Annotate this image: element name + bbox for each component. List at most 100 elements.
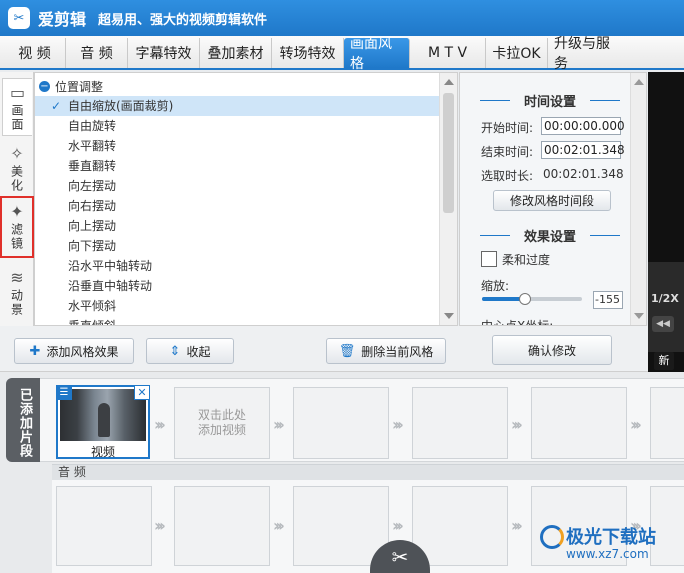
transition-chevron-icon[interactable]: ›››	[273, 415, 285, 434]
category-screen[interactable]: ▭ 画面	[2, 78, 32, 136]
new-button[interactable]: 新	[654, 352, 674, 370]
playback-speed-label[interactable]: 1/2X	[648, 292, 684, 310]
audio-chevron-icon: ›››	[154, 516, 166, 535]
clip-label: 视频	[90, 445, 115, 459]
scroll-down-arrow-icon[interactable]	[634, 313, 644, 319]
video-clip[interactable]: 视频 ☰ ✕	[56, 385, 150, 459]
transition-chevron-icon[interactable]: ›››	[392, 415, 404, 434]
watermark-logo-icon	[540, 525, 564, 549]
empty-video-slot[interactable]: 双击此处 添加视频	[174, 387, 270, 459]
magic-wand-icon: ✧	[10, 144, 24, 163]
smooth-transition-checkbox[interactable]	[481, 251, 497, 267]
zoom-value-input[interactable]: -155	[593, 291, 623, 309]
zoom-label: 缩放:	[481, 279, 510, 293]
audio-chevron-icon: ›››	[392, 516, 404, 535]
effect-item-label: 自由缩放(画面裁剪)	[68, 99, 174, 113]
center-x-label: 中心点X坐标:	[481, 319, 554, 326]
tab-karaoke[interactable]: 卡拉OK	[486, 38, 548, 68]
added-clips-tab[interactable]: 已添加片段	[6, 378, 40, 462]
effect-group-header[interactable]: − 位置调整	[39, 78, 103, 95]
category-filter[interactable]: ✦ 滤镜	[0, 196, 34, 258]
tab-upgrade-service[interactable]: 升级与服务	[548, 36, 626, 72]
settings-scrollbar[interactable]	[630, 73, 646, 325]
check-icon: ✓	[51, 99, 62, 113]
smooth-transition-label: 柔和过度	[502, 253, 551, 267]
effect-item[interactable]: 向下摆动	[35, 236, 439, 256]
category-beautify[interactable]: ✧ 美化	[2, 142, 32, 194]
tab-transition-effects[interactable]: 转场特效	[272, 38, 344, 68]
watermark-text: 极光下载站	[566, 527, 656, 548]
empty-video-slot[interactable]	[531, 387, 627, 459]
collapse-minus-icon[interactable]: −	[39, 81, 50, 92]
effect-item[interactable]: 沿垂直中轴转动	[35, 276, 439, 296]
transition-chevron-icon[interactable]: ›››	[511, 415, 523, 434]
tab-mtv[interactable]: M T V	[410, 38, 486, 68]
effect-item[interactable]: 向右摆动	[35, 196, 439, 216]
category-screen-label: 画面	[10, 104, 24, 132]
empty-slot-hint: 双击此处 添加视频	[197, 408, 246, 437]
add-style-effect-button[interactable]: ✚ 添加风格效果	[14, 338, 134, 364]
clip-thumbnail-figure	[98, 403, 110, 437]
effect-item-free-zoom[interactable]: ✓ 自由缩放(画面裁剪)	[35, 96, 439, 116]
collapse-button[interactable]: ⇕ 收起	[146, 338, 234, 364]
effect-item[interactable]: 向左摆动	[35, 176, 439, 196]
app-logo-icon: ✂	[8, 7, 30, 29]
audio-slot[interactable]	[56, 486, 152, 566]
add-effect-icon: ✚	[29, 343, 41, 359]
watermark-url: www.xz7.com	[566, 547, 649, 561]
audio-slot[interactable]	[412, 486, 508, 566]
effect-item[interactable]: 向上摆动	[35, 216, 439, 236]
tab-audio[interactable]: 音 频	[66, 38, 128, 68]
app-slogan: 超易用、强大的视频剪辑软件	[98, 12, 268, 28]
clip-menu-icon[interactable]: ☰	[56, 385, 72, 400]
empty-video-slot[interactable]	[412, 387, 508, 459]
tab-subtitle-effects[interactable]: 字幕特效	[128, 38, 200, 68]
effect-item[interactable]: 水平倾斜	[35, 296, 439, 316]
video-track: 视频 ☰ ✕ ››› 双击此处 添加视频 ››› ››› ››› ›››	[40, 378, 684, 462]
style-category-sidebar: ▭ 画面 ✧ 美化 ✦ 滤镜 ≋ 动景	[0, 72, 34, 326]
collapse-icon: ⇕	[169, 343, 181, 359]
effect-item[interactable]: 垂直翻转	[35, 156, 439, 176]
zoom-slider-knob[interactable]	[519, 293, 531, 305]
effect-item[interactable]: 水平翻转	[35, 136, 439, 156]
screen-icon: ▭	[9, 83, 26, 102]
audio-slot[interactable]	[174, 486, 270, 566]
transition-chevron-icon[interactable]: ›››	[154, 415, 166, 434]
style-settings-panel: 时间设置 开始时间: 00:00:00.000 结束时间: 00:02:01.3…	[459, 72, 647, 326]
scroll-up-arrow-icon[interactable]	[444, 79, 454, 85]
effect-list-panel: − 位置调整 ✓ 自由缩放(画面裁剪) 自由旋转 水平翻转 垂直翻转 向左摆动 …	[34, 72, 458, 326]
effect-item[interactable]: 沿水平中轴转动	[35, 256, 439, 276]
scrollbar-thumb[interactable]	[443, 93, 454, 213]
time-settings-title: 时间设置	[480, 91, 620, 110]
filter-wand-icon: ✦	[10, 202, 24, 221]
tab-video[interactable]: 视 频	[4, 38, 66, 68]
rewind-button[interactable]: ◀◀	[652, 316, 674, 332]
style-action-row: ✚ 添加风格效果 ⇕ 收起 🗑 删除当前风格 确认修改	[0, 326, 648, 372]
end-time-label: 结束时间:	[481, 145, 534, 159]
category-motion-scene[interactable]: ≋ 动景	[2, 266, 32, 322]
add-style-effect-label: 添加风格效果	[46, 344, 119, 359]
category-beautify-label: 美化	[9, 165, 24, 193]
end-time-input[interactable]: 00:02:01.348	[541, 141, 625, 159]
scroll-down-arrow-icon[interactable]	[444, 313, 454, 319]
scroll-up-arrow-icon[interactable]	[634, 79, 644, 85]
effect-group-label: 位置调整	[55, 80, 104, 94]
clip-close-icon[interactable]: ✕	[134, 385, 150, 400]
zoom-slider[interactable]	[482, 293, 582, 305]
effect-settings-title: 效果设置	[480, 226, 620, 245]
transition-chevron-icon[interactable]: ›››	[630, 415, 642, 434]
effect-item[interactable]: 自由旋转	[35, 116, 439, 136]
title-bar: ✂ 爱剪辑 超易用、强大的视频剪辑软件	[0, 0, 684, 36]
modify-time-range-button[interactable]: 修改风格时间段	[493, 190, 611, 211]
start-time-input[interactable]: 00:00:00.000	[541, 117, 625, 135]
tab-screen-style[interactable]: 画面风格	[344, 36, 410, 72]
delete-current-style-label: 删除当前风格	[361, 344, 434, 359]
confirm-modify-button[interactable]: 确认修改	[492, 335, 612, 365]
empty-video-slot[interactable]	[650, 387, 684, 459]
empty-video-slot[interactable]	[293, 387, 389, 459]
delete-current-style-button[interactable]: 🗑 删除当前风格	[326, 338, 446, 364]
collapse-label: 收起	[186, 344, 211, 359]
tab-overlay-materials[interactable]: 叠加素材	[200, 38, 272, 68]
effect-item[interactable]: 垂直倾斜	[35, 316, 439, 325]
effect-list-scrollbar[interactable]	[439, 73, 457, 325]
